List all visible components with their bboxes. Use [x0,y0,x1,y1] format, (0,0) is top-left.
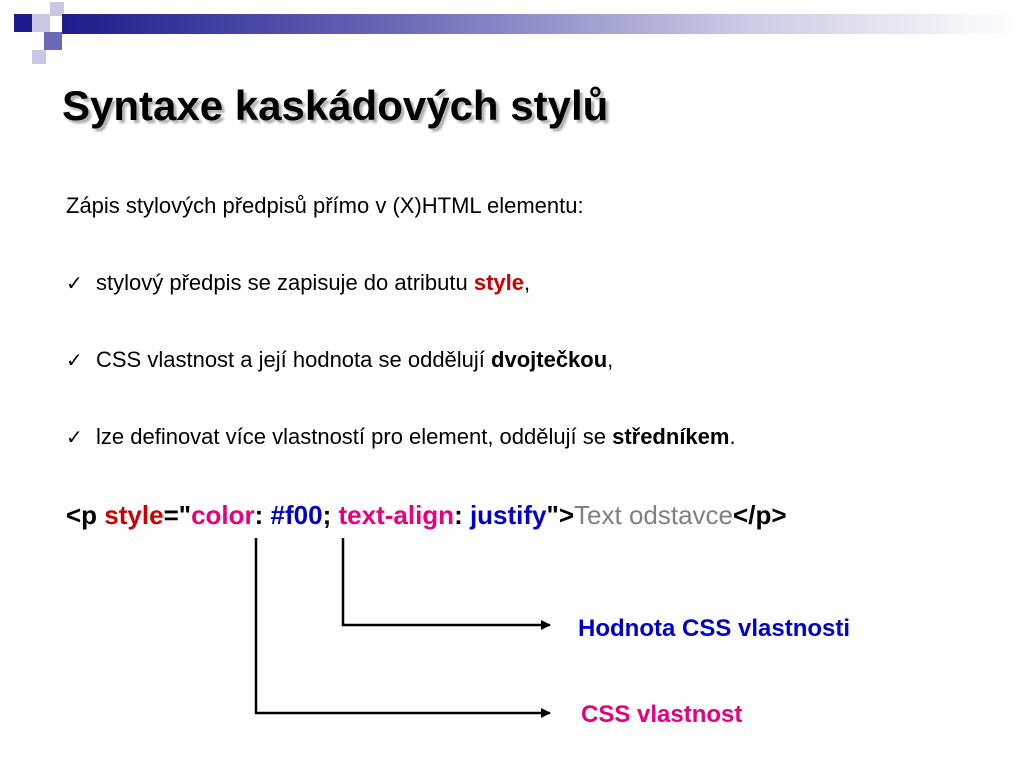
code-property-text-align: text-align [338,500,455,530]
bullet-punctuation: , [524,270,531,295]
bullet-text: CSS vlastnost a její hodnota se oddělují [96,347,492,372]
value-annotation-label: Hodnota CSS vlastnosti [578,615,851,642]
code-value-justify: justify [469,500,547,530]
bullet-text: stylový předpis se zapisuje do atributu [96,270,474,295]
code-close-quote: "> [546,500,575,530]
code-colon: : [454,500,470,530]
decoration-square-1 [14,14,32,32]
slide-title: Syntaxe kaskádových stylů [62,82,609,129]
checkmark-icon: ✓ [66,273,83,295]
bullet-item-style-attribute: ✓ stylový předpis se zapisuje do atributu… [66,270,530,296]
decoration-square-2 [32,14,50,32]
decoration-header-bar [62,14,1024,34]
property-annotation-label: CSS vlastnost [581,701,743,728]
code-example: <p style="color: #f00; text-align: justi… [66,500,787,531]
code-attribute-name: style [104,500,164,530]
bullet-emphasis: dvojtečkou [491,347,608,372]
bullet-text: lze definovat více vlastností pro elemen… [96,424,613,449]
bullet-emphasis: style [473,270,525,295]
property-arrow [254,538,551,718]
code-value-color: #f00 [270,500,323,530]
code-close-tag: </p> [733,500,787,530]
checkmark-icon: ✓ [66,350,83,372]
bullet-punctuation: , [607,347,614,372]
value-arrow [341,538,551,630]
decoration-square-4 [44,32,62,50]
intro-text: Zápis stylových předpisů přímo v (X)HTML… [66,193,584,218]
code-colon: : [254,500,271,530]
bullet-punctuation: . [729,424,736,449]
checkmark-icon: ✓ [66,427,83,449]
bullet-emphasis: středníkem [612,424,730,449]
code-paragraph-content: Text odstavce [574,500,734,530]
decoration-square-5 [32,50,46,64]
code-equals-quote: =" [163,500,192,530]
code-open-tag: <p [66,500,105,530]
code-semicolon: ; [322,500,339,530]
bullet-item-semicolon-separator: ✓ lze definovat více vlastností pro eleme… [66,424,736,450]
code-property-color: color [191,500,255,530]
bullet-item-colon-separator: ✓ CSS vlastnost a její hodnota se odděluj… [66,347,613,373]
